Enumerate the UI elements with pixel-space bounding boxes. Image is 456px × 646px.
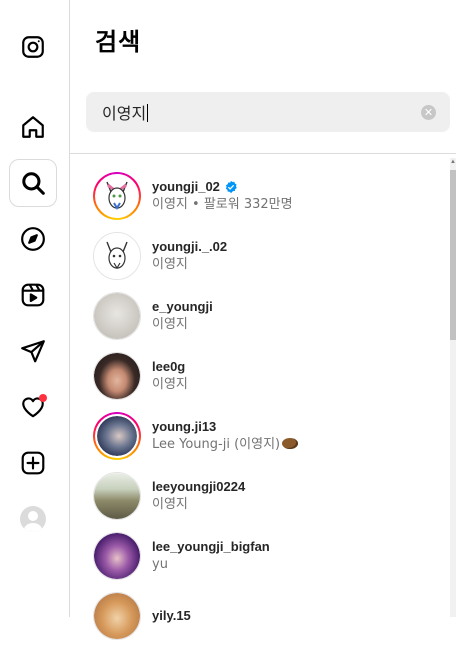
cat-photo-avatar — [94, 593, 140, 639]
result-subtitle: 이영지 — [152, 377, 188, 392]
result-username: yily.15 — [152, 608, 191, 623]
result-row[interactable]: yily.15 — [70, 586, 450, 646]
result-row[interactable]: lee_youngji_bigfan yu — [70, 526, 450, 586]
result-username: e_youngji — [152, 299, 213, 314]
avatar-story-ring — [93, 172, 141, 220]
potato-emoji-icon — [282, 438, 299, 449]
explore-icon[interactable] — [9, 215, 57, 263]
avatar-frame — [93, 532, 141, 580]
result-row[interactable]: leeyoungji0224 이영지 — [70, 466, 450, 526]
result-subtitle: 이영지 • 팔로워 332만명 — [152, 197, 293, 212]
result-username: young.ji13 — [152, 419, 217, 434]
nav-rail — [0, 0, 70, 617]
result-subtitle: yu — [152, 557, 168, 572]
result-username: lee0g — [152, 359, 186, 374]
clear-icon[interactable]: ✕ — [421, 104, 436, 120]
avatar — [94, 353, 140, 399]
avatar — [94, 293, 140, 339]
result-subtitle: Lee Young-ji (이영지) — [152, 437, 281, 452]
divider — [70, 153, 456, 154]
avatar — [94, 473, 140, 519]
avatar — [95, 174, 139, 218]
result-row[interactable]: youngji._.02 이영지 — [70, 226, 450, 286]
result-row[interactable]: youngji_02 이영지 • 팔로워 332만명 — [70, 166, 450, 226]
avatar — [95, 414, 139, 458]
result-username: leeyoungji0224 — [152, 479, 246, 494]
messages-icon[interactable] — [9, 327, 57, 375]
avatar — [94, 233, 140, 279]
avatar — [94, 533, 140, 579]
avatar-frame — [93, 472, 141, 520]
result-username: lee_youngji_bigfan — [152, 539, 270, 554]
avatar-frame — [93, 592, 141, 640]
instagram-logo-icon[interactable] — [9, 23, 57, 71]
portrait-avatar — [97, 416, 137, 456]
search-value: 이영지 — [102, 104, 147, 123]
avatar-frame — [93, 232, 141, 280]
reels-icon[interactable] — [9, 271, 57, 319]
avatar-story-ring — [93, 412, 141, 460]
search-input[interactable]: 이영지 ✕ — [86, 92, 450, 132]
result-username: youngji._.02 — [152, 239, 228, 254]
text-caret — [147, 104, 149, 122]
search-panel: 검색 이영지 ✕ ▲ youngji_02 이영지 • 팔로워 332만명 yo… — [70, 0, 456, 640]
result-row[interactable]: young.ji13 Lee Young-ji (이영지) — [70, 406, 450, 466]
search-icon[interactable] — [9, 159, 57, 207]
result-subtitle: 이영지 — [152, 497, 188, 512]
create-icon[interactable] — [9, 439, 57, 487]
portrait-avatar — [94, 353, 140, 399]
avatar — [94, 593, 140, 639]
sketch-face-avatar-icon — [106, 181, 128, 210]
avatar — [20, 506, 46, 532]
avatar-frame — [93, 292, 141, 340]
verified-badge-icon — [225, 180, 237, 194]
result-username: youngji_02 — [152, 179, 220, 194]
outdoor-photo-avatar — [94, 473, 140, 519]
sketch-face-avatar-icon — [106, 241, 128, 270]
scroll-up-arrow-icon[interactable]: ▲ — [450, 158, 456, 166]
search-results: youngji_02 이영지 • 팔로워 332만명 youngji._.02 … — [70, 166, 450, 646]
home-icon[interactable] — [9, 103, 57, 151]
result-subtitle: 이영지 — [152, 317, 188, 332]
scroll-thumb[interactable] — [450, 170, 456, 340]
portrait-avatar — [94, 533, 140, 579]
result-row[interactable]: e_youngji 이영지 — [70, 286, 450, 346]
result-row[interactable]: lee0g 이영지 — [70, 346, 450, 406]
result-subtitle: 이영지 — [152, 257, 188, 272]
avatar-frame — [93, 352, 141, 400]
grey-photo-avatar — [94, 293, 140, 339]
profile-icon[interactable] — [9, 495, 57, 543]
notifications-icon[interactable] — [9, 383, 57, 431]
notification-badge — [39, 394, 47, 402]
page-title: 검색 — [95, 28, 142, 56]
